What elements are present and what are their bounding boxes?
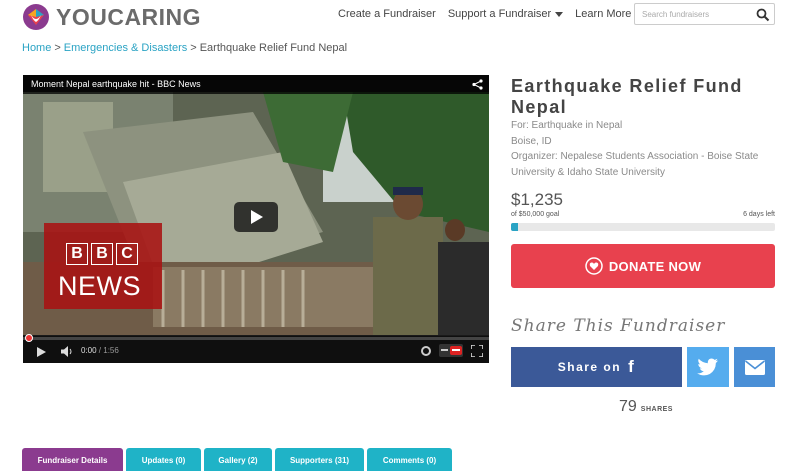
volume-icon[interactable] [61,346,73,357]
video-controls: 0:00 / 1:56 [23,334,489,363]
fundraiser-location: Boise, ID [511,135,552,147]
search-box [634,3,775,25]
bbc-letter: B [66,243,88,265]
fundraiser-for: For: Earthquake in Nepal [511,120,623,131]
nav-label: Support a Fundraiser [447,8,552,20]
video-time-current: 0:00 [81,346,97,355]
bbc-letters: B B C [66,243,141,265]
facebook-icon: f [628,357,636,376]
fundraiser-organizer: Organizer: Nepalese Students Association… [511,151,759,178]
goal-text: of $50,000 goal [511,211,560,218]
share-count: 79 SHARES [619,398,673,416]
tab-gallery[interactable]: Gallery (2) [204,448,272,471]
tab-label: Fundraiser Details [37,455,108,465]
tab-label: Gallery (2) [218,455,258,465]
youtube-logo-icon[interactable] [439,344,463,357]
breadcrumb-home[interactable]: Home [22,42,51,54]
heart-logo-icon [23,4,49,30]
site-header: YOUCARING Create a Fundraiser Support a … [0,0,800,34]
site-logo[interactable]: YOUCARING [22,3,201,31]
breadcrumb-category[interactable]: Emergencies & Disasters [64,42,188,54]
video-progress-bar[interactable] [23,334,489,342]
tab-updates[interactable]: Updates (0) [126,448,201,471]
share-facebook-button[interactable]: Share on f [511,347,682,387]
play-button[interactable] [234,202,278,232]
video-time-total: / 1:56 [96,346,119,355]
breadcrumb-separator: > [54,42,61,54]
goal-row: of $50,000 goal 6 days left [511,211,775,218]
play-icon[interactable] [37,347,46,357]
breadcrumb: Home > Emergencies & Disasters > Earthquake … [22,42,347,54]
video-title[interactable]: Moment Nepal earthquake hit - BBC News [23,75,489,94]
tab-comments[interactable]: Comments (0) [367,448,452,471]
tab-label: Comments (0) [382,455,437,465]
breadcrumb-current: Earthquake Relief Fund Nepal [199,42,348,54]
facebook-label: Share on [557,360,622,374]
video-scrubber[interactable] [25,334,33,342]
donate-button[interactable]: DONATE NOW [511,244,775,288]
search-icon[interactable] [756,8,770,22]
twitter-icon [697,358,718,376]
settings-icon[interactable] [421,346,431,356]
bbc-letter: C [116,243,138,265]
fundraiser-tabs: Fundraiser Details Updates (0) Gallery (… [22,448,455,471]
amount-raised: $1,235 [511,190,563,209]
funding-progress-bar [511,223,775,231]
logo-text: YOUCARING [56,3,202,30]
fundraiser-meta: For: Earthquake in Nepal Boise, ID Organ… [511,118,776,180]
breadcrumb-separator: > [190,42,197,54]
heart-icon [585,257,603,275]
bbc-letter: B [91,243,113,265]
tab-label: Updates (0) [141,455,186,465]
share-icon[interactable] [472,79,483,90]
nav-support-fundraiser[interactable]: Support a Fundraiser [447,8,564,20]
video-player[interactable]: Moment Nepal earthquake hit - BBC News B… [23,75,489,363]
tab-fundraiser-details[interactable]: Fundraiser Details [22,448,123,471]
search-input[interactable] [635,4,753,24]
nav-label: Learn More [575,8,632,20]
chevron-down-icon [555,11,564,17]
days-left: 6 days left [743,211,775,218]
tab-label: Supporters (31) [289,455,350,465]
mail-icon [744,359,765,375]
nav-label: Create a Fundraiser [338,8,436,20]
funding-progress-fill [511,223,518,231]
video-time: 0:00 / 1:56 [81,346,119,355]
donate-label: DONATE NOW [608,258,702,274]
fullscreen-icon[interactable] [471,345,483,357]
nav-create-fundraiser[interactable]: Create a Fundraiser [338,8,436,20]
bbc-news-overlay: B B C NEWS [44,223,162,309]
main-nav: Create a Fundraiser Support a Fundraiser… [338,8,655,20]
fundraiser-title: Earthquake Relief Fund Nepal [511,76,743,117]
share-heading: Share This Fundraiser [511,316,726,336]
bbc-news-word: NEWS [58,271,141,301]
share-email-button[interactable] [734,347,775,387]
share-twitter-button[interactable] [687,347,729,387]
tab-supporters[interactable]: Supporters (31) [275,448,364,471]
share-count-label: SHARES [640,406,673,413]
share-count-number: 79 [619,398,637,415]
